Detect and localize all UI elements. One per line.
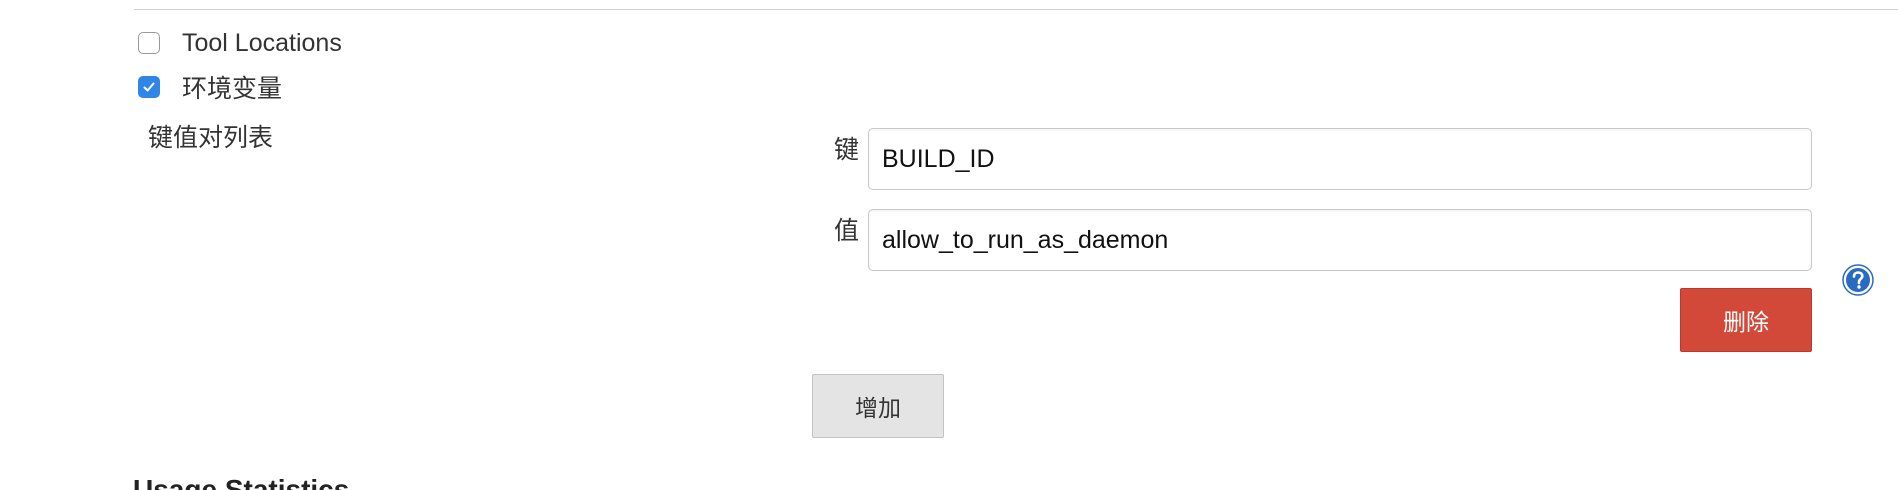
environment-variables-label: 环境变量 [182,75,283,103]
environment-variables-checkbox[interactable] [138,76,160,98]
checkmark-icon [143,82,155,92]
delete-button[interactable]: 删除 [1680,288,1812,352]
value-input[interactable] [868,209,1812,271]
environment-variables-option[interactable]: 环境变量 [138,72,283,103]
tool-locations-label: Tool Locations [182,28,342,57]
usage-statistics-heading: Usage Statistics [133,474,350,490]
tool-locations-option[interactable]: Tool Locations [138,28,342,58]
page: Tool Locations 环境变量 键值对列表 键 值 删除 增加 Usag… [0,0,1898,490]
key-value-list-label: 键值对列表 [148,124,274,152]
add-button[interactable]: 增加 [812,374,944,438]
key-input[interactable] [868,128,1812,190]
tool-locations-checkbox[interactable] [138,32,160,54]
section-divider [134,9,1898,10]
help-icon[interactable] [1842,264,1874,296]
value-label: 值 [834,217,860,245]
key-label: 键 [834,136,860,164]
